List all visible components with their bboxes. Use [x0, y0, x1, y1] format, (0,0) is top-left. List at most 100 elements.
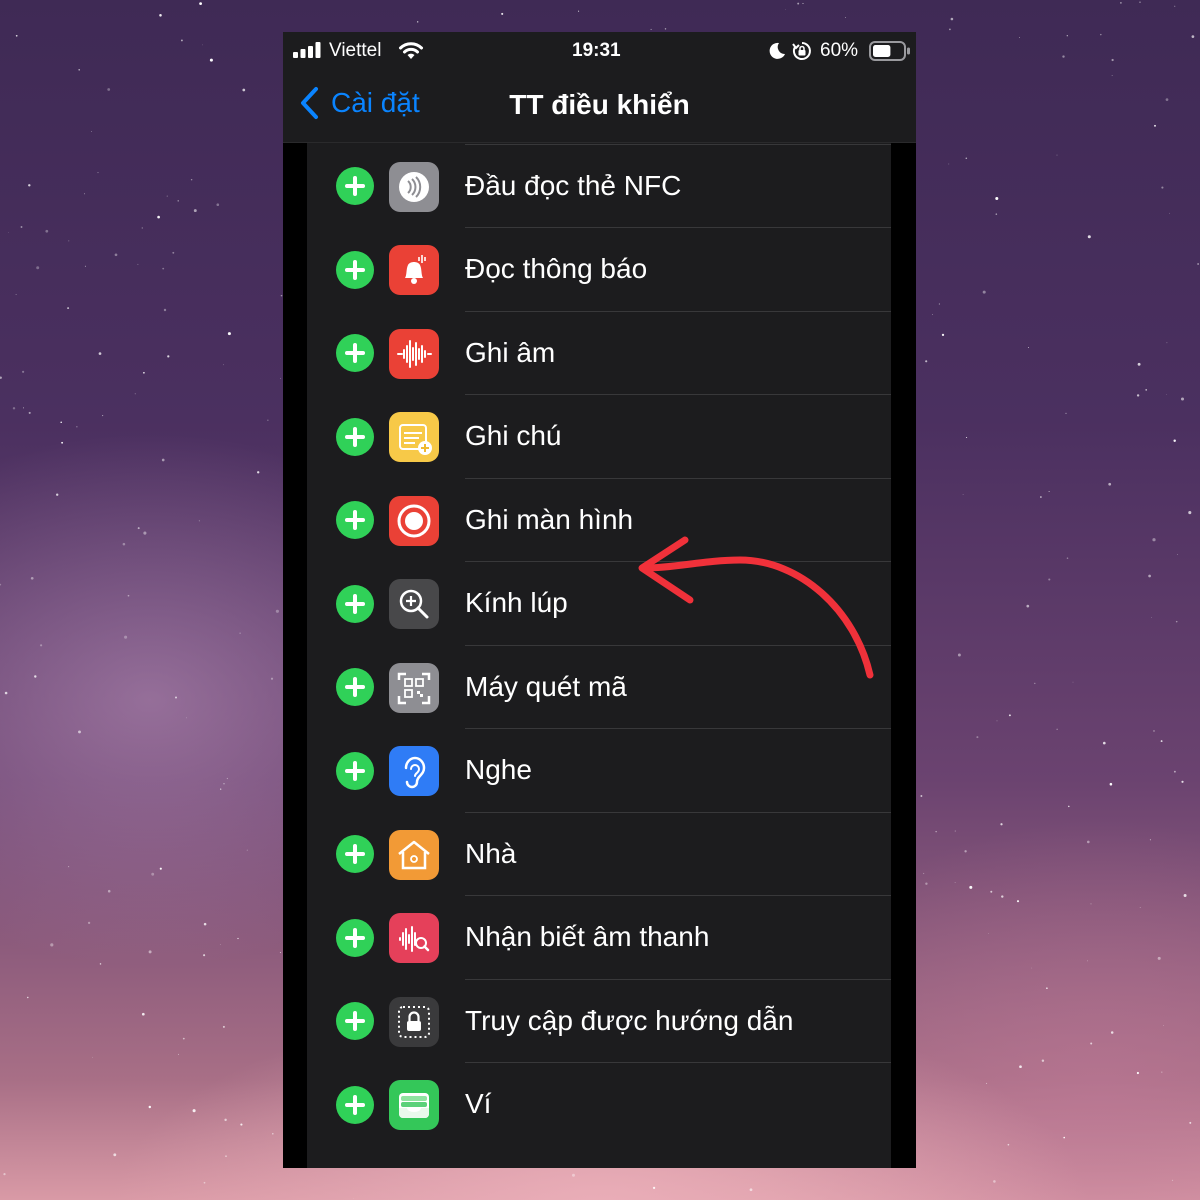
star [578, 10, 580, 12]
add-control-button[interactable] [336, 751, 374, 790]
star [1046, 987, 1048, 989]
add-control-button[interactable] [336, 584, 374, 623]
star [797, 2, 800, 5]
star [1173, 439, 1176, 442]
star [56, 493, 59, 496]
star [12, 407, 16, 410]
star [1031, 967, 1033, 969]
list-item-label: Ví [465, 1088, 492, 1119]
list-item[interactable]: Nhà [307, 813, 891, 896]
star [650, 28, 652, 30]
list-item-label: Đọc thông báo [465, 253, 648, 284]
star [162, 267, 165, 270]
list-item[interactable]: Ví [307, 1063, 891, 1147]
add-control-button[interactable] [336, 501, 374, 539]
add-control-button[interactable] [336, 668, 374, 706]
list-item[interactable]: Ghi chú [307, 395, 891, 479]
nfc-icon [389, 161, 439, 212]
ear-icon [389, 746, 439, 796]
add-control-button[interactable] [336, 1085, 374, 1124]
list-item[interactable]: Nghe [307, 729, 891, 813]
star [1176, 554, 1178, 555]
star [220, 788, 222, 790]
star [157, 215, 160, 219]
star [1197, 263, 1199, 265]
list-item[interactable]: Nhận biết âm thanh [307, 896, 891, 980]
add-control-button[interactable] [336, 1002, 374, 1040]
annotation-arrow [638, 536, 874, 679]
star [954, 882, 956, 884]
star [175, 696, 177, 699]
star [1111, 58, 1114, 62]
star [572, 1173, 575, 1177]
star [0, 583, 2, 586]
star [68, 866, 70, 868]
qr-scanner-icon [389, 662, 439, 713]
star [1048, 578, 1051, 581]
add-control-button[interactable] [336, 417, 374, 456]
star [122, 542, 126, 546]
star [1065, 412, 1067, 415]
star [417, 21, 419, 23]
wifi-icon [399, 42, 423, 59]
add-control-button[interactable] [336, 334, 374, 372]
star [1066, 35, 1068, 37]
star [1188, 511, 1192, 515]
list-item[interactable]: Đầu đọc thẻ NFC [307, 145, 891, 228]
list-item-label: Ghi âm [465, 336, 556, 368]
star [141, 1012, 145, 1016]
add-control-button[interactable] [336, 835, 374, 873]
star [36, 266, 40, 270]
add-control-button[interactable] [336, 250, 374, 289]
star [925, 882, 928, 885]
star [240, 1123, 243, 1126]
star [50, 943, 54, 947]
star [1139, 906, 1141, 908]
note-icon [389, 412, 439, 462]
star [68, 240, 70, 242]
star [159, 867, 162, 870]
star [60, 421, 62, 423]
list-item[interactable]: Đọc thông báo [307, 228, 891, 312]
star [1180, 397, 1185, 401]
list-item[interactable]: Ghi âm [307, 312, 891, 395]
star [0, 376, 2, 379]
add-control-button[interactable] [336, 167, 374, 205]
list-item-label: Truy cập được hướng dẫn [465, 1004, 794, 1036]
star [935, 831, 937, 833]
star [1087, 960, 1088, 962]
star [279, 377, 281, 379]
star [1066, 557, 1069, 559]
star [201, 44, 203, 46]
star [97, 172, 99, 174]
star [127, 594, 130, 597]
star [1181, 780, 1184, 783]
star [198, 520, 200, 522]
star [1169, 212, 1170, 214]
star [8, 232, 9, 233]
star [1019, 1065, 1022, 1069]
star [219, 943, 221, 945]
star [222, 1025, 225, 1028]
star [1149, 839, 1151, 841]
star [61, 441, 64, 444]
list-item[interactable]: Truy cập được hướng dẫn [307, 980, 891, 1063]
add-control-button[interactable] [336, 918, 374, 957]
star [1165, 98, 1169, 101]
page-title: TT điều khiển [509, 89, 690, 120]
star [226, 777, 229, 780]
star [84, 193, 86, 195]
star [1007, 1143, 1010, 1146]
star [4, 691, 8, 695]
star [969, 885, 973, 889]
star [225, 1155, 227, 1157]
star [151, 872, 155, 876]
star [353, 1197, 354, 1199]
star [1145, 389, 1148, 391]
star [257, 471, 260, 474]
star [966, 436, 968, 439]
star [1136, 1071, 1139, 1075]
star [982, 290, 986, 294]
star [1183, 894, 1187, 897]
list-item-label: Máy quét mã [465, 670, 627, 702]
